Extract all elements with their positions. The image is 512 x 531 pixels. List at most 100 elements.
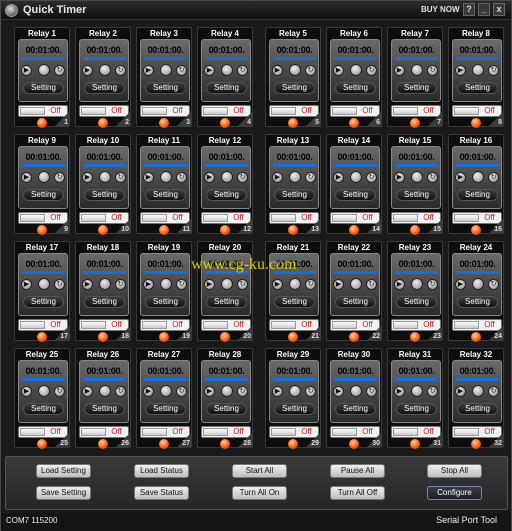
- setting-button[interactable]: Setting: [145, 296, 186, 308]
- play-icon[interactable]: ▶: [272, 65, 283, 76]
- setting-button[interactable]: Setting: [457, 296, 498, 308]
- save-setting-button[interactable]: Save Setting: [36, 486, 91, 500]
- relay-toggle[interactable]: Off: [269, 426, 319, 438]
- relay-toggle[interactable]: Off: [79, 105, 129, 117]
- relay-toggle[interactable]: Off: [140, 212, 190, 224]
- reset-icon[interactable]: ↻: [115, 386, 126, 397]
- relay-toggle[interactable]: Off: [269, 105, 319, 117]
- reset-icon[interactable]: ↻: [115, 279, 126, 290]
- pause-icon[interactable]: [472, 171, 484, 183]
- relay-toggle[interactable]: Off: [79, 319, 129, 331]
- reset-icon[interactable]: ↻: [54, 65, 65, 76]
- pause-icon[interactable]: [472, 64, 484, 76]
- pause-icon[interactable]: [160, 171, 172, 183]
- relay-toggle[interactable]: Off: [18, 426, 68, 438]
- relay-toggle[interactable]: Off: [330, 319, 380, 331]
- reset-icon[interactable]: ↻: [305, 65, 316, 76]
- reset-icon[interactable]: ↻: [427, 386, 438, 397]
- pause-icon[interactable]: [289, 385, 301, 397]
- pause-all-button[interactable]: Pause All: [330, 464, 385, 478]
- reset-icon[interactable]: ↻: [54, 386, 65, 397]
- setting-button[interactable]: Setting: [84, 403, 125, 415]
- pause-icon[interactable]: [289, 278, 301, 290]
- pause-icon[interactable]: [38, 385, 50, 397]
- play-icon[interactable]: ▶: [143, 386, 154, 397]
- relay-toggle[interactable]: Off: [269, 319, 319, 331]
- setting-button[interactable]: Setting: [23, 296, 64, 308]
- reset-icon[interactable]: ↻: [427, 279, 438, 290]
- pause-icon[interactable]: [160, 278, 172, 290]
- play-icon[interactable]: ▶: [394, 279, 405, 290]
- reset-icon[interactable]: ↻: [488, 172, 499, 183]
- reset-icon[interactable]: ↻: [427, 172, 438, 183]
- reset-icon[interactable]: ↻: [237, 386, 248, 397]
- pause-icon[interactable]: [221, 64, 233, 76]
- setting-button[interactable]: Setting: [206, 403, 247, 415]
- reset-icon[interactable]: ↻: [427, 65, 438, 76]
- play-icon[interactable]: ▶: [333, 65, 344, 76]
- reset-icon[interactable]: ↻: [305, 172, 316, 183]
- relay-toggle[interactable]: Off: [79, 426, 129, 438]
- relay-toggle[interactable]: Off: [452, 426, 502, 438]
- reset-icon[interactable]: ↻: [176, 386, 187, 397]
- setting-button[interactable]: Setting: [274, 403, 315, 415]
- setting-button[interactable]: Setting: [396, 82, 437, 94]
- reset-icon[interactable]: ↻: [237, 65, 248, 76]
- relay-toggle[interactable]: Off: [18, 319, 68, 331]
- relay-toggle[interactable]: Off: [269, 212, 319, 224]
- setting-button[interactable]: Setting: [274, 82, 315, 94]
- play-icon[interactable]: ▶: [82, 279, 93, 290]
- play-icon[interactable]: ▶: [272, 279, 283, 290]
- reset-icon[interactable]: ↻: [366, 65, 377, 76]
- setting-button[interactable]: Setting: [396, 403, 437, 415]
- relay-toggle[interactable]: Off: [452, 212, 502, 224]
- reset-icon[interactable]: ↻: [305, 279, 316, 290]
- relay-toggle[interactable]: Off: [391, 426, 441, 438]
- play-icon[interactable]: ▶: [394, 172, 405, 183]
- setting-button[interactable]: Setting: [457, 82, 498, 94]
- play-icon[interactable]: ▶: [394, 65, 405, 76]
- setting-button[interactable]: Setting: [23, 403, 64, 415]
- setting-button[interactable]: Setting: [206, 189, 247, 201]
- play-icon[interactable]: ▶: [394, 386, 405, 397]
- setting-button[interactable]: Setting: [335, 403, 376, 415]
- reset-icon[interactable]: ↻: [237, 172, 248, 183]
- play-icon[interactable]: ▶: [455, 279, 466, 290]
- play-icon[interactable]: ▶: [204, 65, 215, 76]
- pause-icon[interactable]: [99, 171, 111, 183]
- reset-icon[interactable]: ↻: [305, 386, 316, 397]
- pause-icon[interactable]: [411, 385, 423, 397]
- reset-icon[interactable]: ↻: [488, 386, 499, 397]
- relay-toggle[interactable]: Off: [330, 105, 380, 117]
- pause-icon[interactable]: [289, 64, 301, 76]
- play-icon[interactable]: ▶: [272, 386, 283, 397]
- play-icon[interactable]: ▶: [82, 386, 93, 397]
- relay-toggle[interactable]: Off: [140, 319, 190, 331]
- relay-toggle[interactable]: Off: [79, 212, 129, 224]
- setting-button[interactable]: Setting: [335, 82, 376, 94]
- pause-icon[interactable]: [38, 64, 50, 76]
- pause-icon[interactable]: [350, 64, 362, 76]
- reset-icon[interactable]: ↻: [54, 279, 65, 290]
- relay-toggle[interactable]: Off: [452, 319, 502, 331]
- reset-icon[interactable]: ↻: [176, 279, 187, 290]
- relay-toggle[interactable]: Off: [18, 212, 68, 224]
- setting-button[interactable]: Setting: [457, 189, 498, 201]
- play-icon[interactable]: ▶: [455, 65, 466, 76]
- setting-button[interactable]: Setting: [457, 403, 498, 415]
- pause-icon[interactable]: [221, 278, 233, 290]
- play-icon[interactable]: ▶: [21, 65, 32, 76]
- setting-button[interactable]: Setting: [206, 296, 247, 308]
- pause-icon[interactable]: [472, 385, 484, 397]
- load-setting-button[interactable]: Load Setting: [36, 464, 91, 478]
- play-icon[interactable]: ▶: [21, 386, 32, 397]
- pause-icon[interactable]: [221, 171, 233, 183]
- configure-button[interactable]: Configure: [427, 486, 482, 500]
- pause-icon[interactable]: [350, 278, 362, 290]
- play-icon[interactable]: ▶: [272, 172, 283, 183]
- relay-toggle[interactable]: Off: [201, 105, 251, 117]
- play-icon[interactable]: ▶: [333, 172, 344, 183]
- relay-toggle[interactable]: Off: [330, 426, 380, 438]
- pause-icon[interactable]: [350, 171, 362, 183]
- reset-icon[interactable]: ↻: [488, 65, 499, 76]
